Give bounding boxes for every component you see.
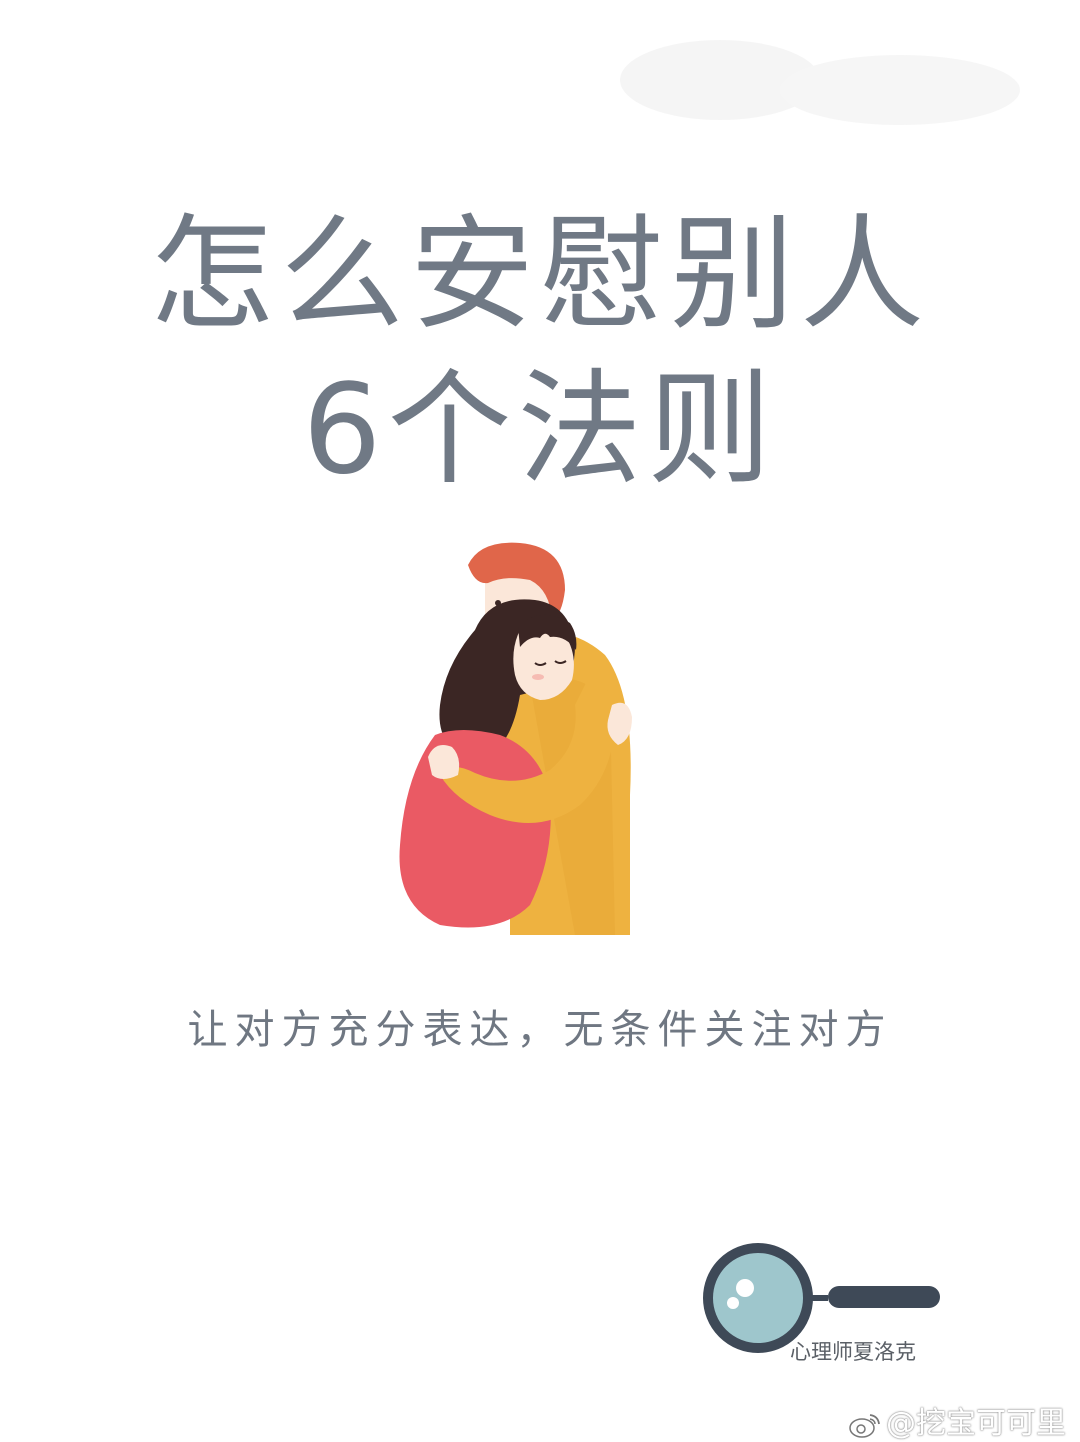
- page-title-line1: 怎么安慰别人: [149, 203, 930, 347]
- logo-label: 心理师夏洛克: [790, 1340, 916, 1364]
- watermark-text: @挖宝可可里: [886, 1406, 1066, 1441]
- hugging-couple-illustration: [399, 542, 632, 935]
- woman-dress: [399, 730, 551, 928]
- watermark: @挖宝可可里: [848, 1398, 1066, 1442]
- subtitle: 让对方充分表达，无条件关注对方: [187, 1007, 893, 1053]
- weibo-icon: [849, 1413, 880, 1438]
- background-smudge: [620, 40, 1020, 125]
- page-title-line2: 6个法则: [302, 358, 778, 502]
